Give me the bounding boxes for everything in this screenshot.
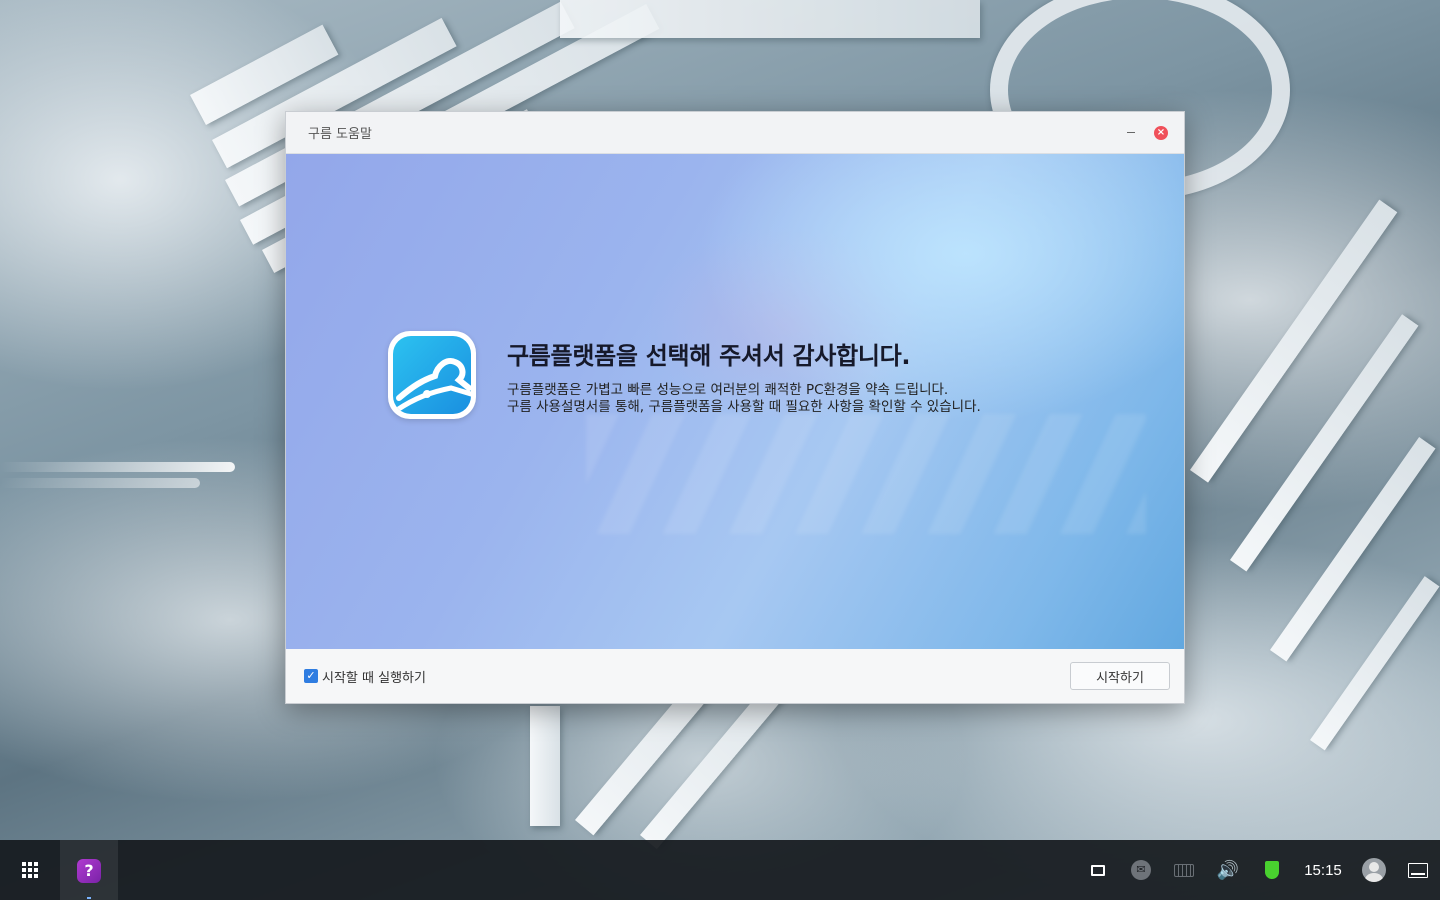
welcome-banner: 구름플랫폼을 선택해 주셔서 감사합니다. 구름플랫폼은 가볍고 빠른 성능으로…: [286, 154, 1184, 650]
show-desktop-button[interactable]: [1396, 840, 1440, 900]
wallpaper-stripe: [1230, 314, 1419, 572]
taskbar: ? ✉ 🔊 15:15: [0, 840, 1440, 900]
user-button[interactable]: [1352, 840, 1396, 900]
close-button[interactable]: ×: [1150, 122, 1172, 144]
notification-button[interactable]: [1076, 840, 1120, 900]
system-tray: ✉ 🔊 15:15: [1076, 840, 1440, 900]
wallpaper-boat-wake: [0, 462, 235, 472]
minimize-icon: [1127, 132, 1135, 133]
window-title: 구름 도움말: [308, 127, 372, 142]
run-at-startup-checkbox[interactable]: ✓: [304, 669, 318, 683]
user-icon: [1362, 858, 1386, 882]
close-icon: ×: [1154, 125, 1168, 140]
window-footer: ✓ 시작할 때 실행하기 시작하기: [286, 649, 1184, 703]
mail-button[interactable]: ✉: [1120, 840, 1162, 900]
volume-icon: 🔊: [1216, 859, 1240, 881]
wallpaper-boat-wake: [0, 478, 200, 488]
welcome-title: 구름플랫폼을 선택해 주셔서 감사합니다.: [507, 342, 911, 370]
welcome-description: 구름플랫폼은 가볍고 빠른 성능으로 여러분의 쾌적한 PC환경을 약속 드립니…: [507, 382, 981, 416]
wallpaper-stripe: [1310, 576, 1440, 751]
volume-button[interactable]: 🔊: [1206, 840, 1250, 900]
security-button[interactable]: [1250, 840, 1294, 900]
start-button[interactable]: 시작하기: [1070, 662, 1170, 690]
help-app-icon: ?: [77, 859, 101, 883]
show-desktop-icon: [1408, 862, 1428, 878]
launcher-icon[interactable]: [22, 862, 38, 878]
wallpaper-stripe: [1190, 199, 1398, 483]
minimize-button[interactable]: [1120, 122, 1142, 144]
banner-background-pattern: [586, 414, 1146, 534]
taskbar-app-help[interactable]: ?: [60, 840, 118, 900]
gooroom-logo-icon: [388, 331, 476, 419]
wallpaper-stripe: [560, 0, 980, 38]
keyboard-icon: [1174, 863, 1194, 877]
window-titlebar[interactable]: 구름 도움말 ×: [286, 112, 1184, 154]
wallpaper-stripe: [530, 706, 560, 826]
description-line: 구름 사용설명서를 통해, 구름플랫폼을 사용할 때 필요한 사항을 확인할 수…: [507, 399, 981, 415]
clock[interactable]: 15:15: [1294, 840, 1352, 900]
security-shield-icon: [1265, 861, 1279, 879]
notification-icon: [1091, 864, 1105, 876]
keyboard-button[interactable]: [1162, 840, 1206, 900]
cloud-logo-icon: [394, 358, 471, 413]
help-window: 구름 도움말 × 구름플랫폼을 선택해 주셔서 감사합니다. 구름플랫폼은 가볍…: [285, 111, 1185, 704]
mail-icon: ✉: [1131, 860, 1151, 880]
running-indicator: [87, 897, 91, 899]
run-at-startup-label[interactable]: 시작할 때 실행하기: [322, 667, 1070, 686]
description-line: 구름플랫폼은 가볍고 빠른 성능으로 여러분의 쾌적한 PC환경을 약속 드립니…: [507, 382, 949, 398]
